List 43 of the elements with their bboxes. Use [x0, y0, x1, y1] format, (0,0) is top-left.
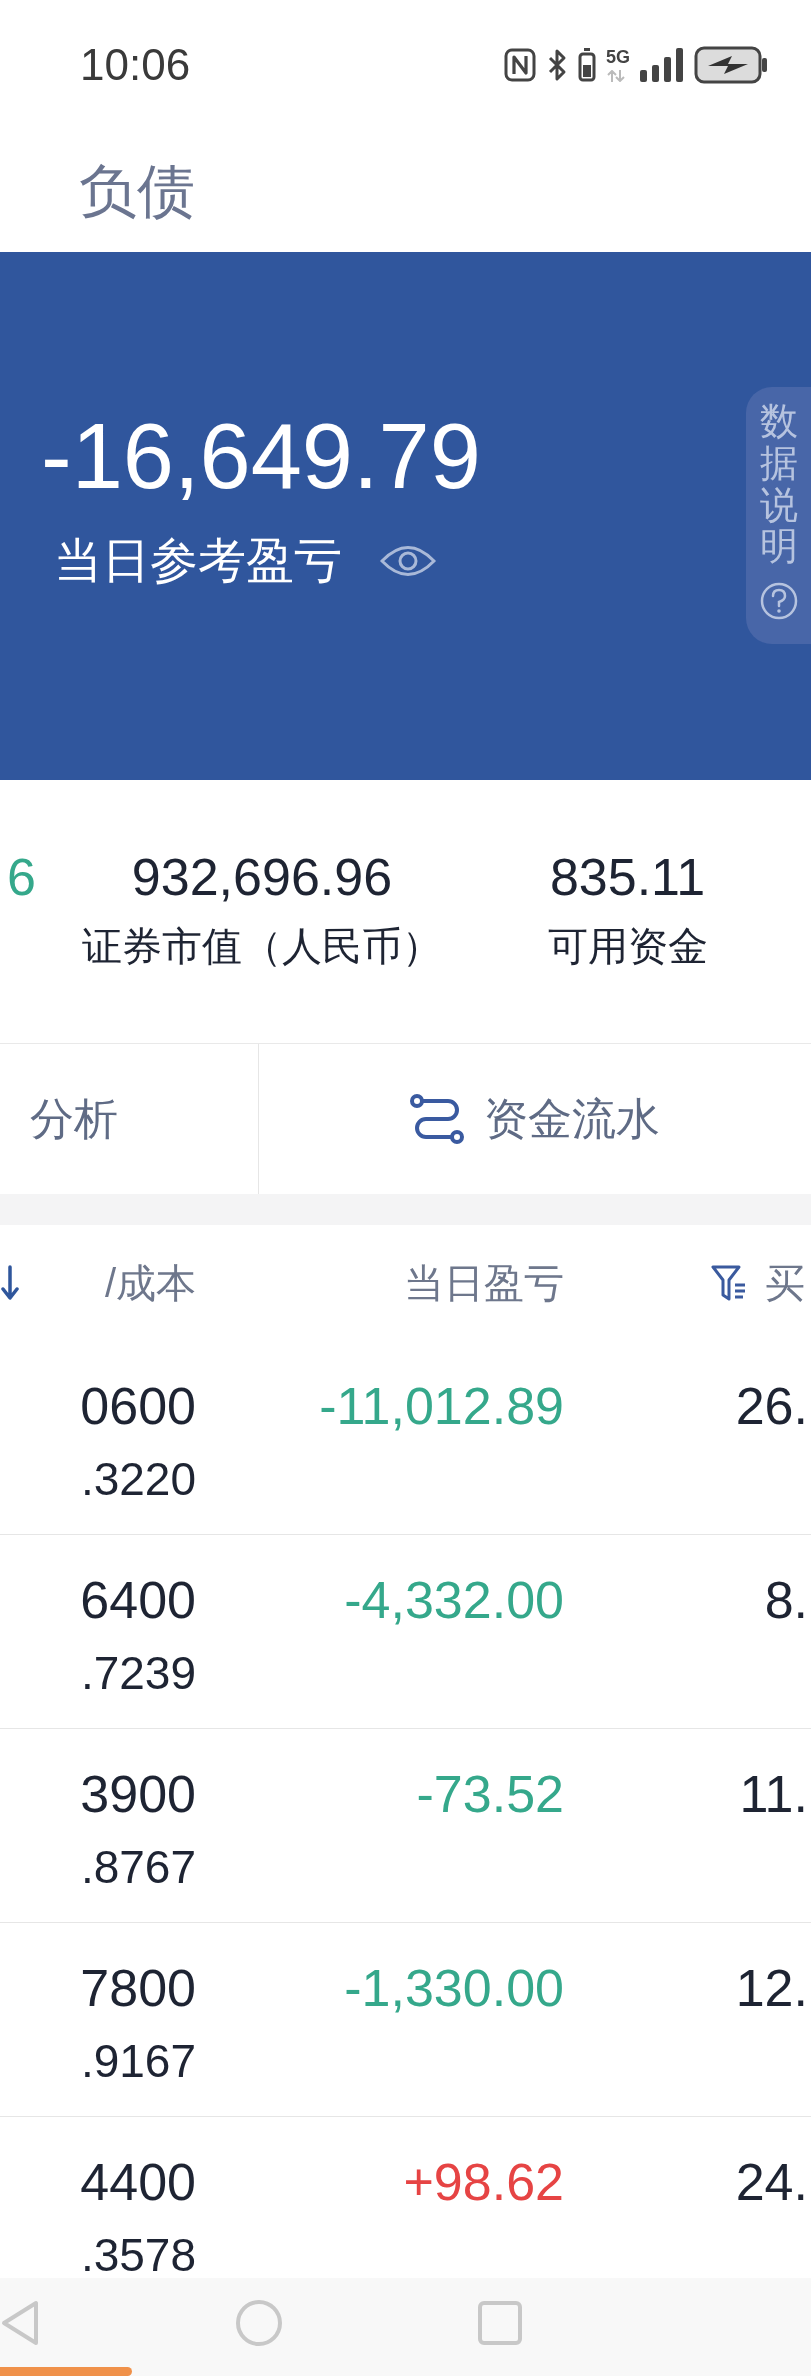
daily-pl-value: -4,332.00	[344, 1570, 564, 1631]
column-3-value: 24.	[735, 2152, 808, 2213]
cost-value: .3578	[80, 2232, 196, 2278]
column-3-value: 12.	[735, 1958, 808, 2019]
network-type: 5G	[606, 48, 630, 66]
column-header[interactable]: 买	[765, 1259, 805, 1307]
price-value: 4400	[80, 2152, 196, 2213]
column-3-value: 8.	[764, 1570, 808, 1631]
nfc-icon	[504, 48, 536, 82]
cost-value: .7239	[80, 1650, 196, 1696]
sort-arrow-icon[interactable]	[0, 1265, 20, 1301]
help-icon	[759, 582, 798, 621]
bluetooth-icon	[546, 48, 568, 82]
signal-icon	[640, 48, 684, 82]
cost-value: .8767	[80, 1844, 196, 1890]
filter-icon[interactable]	[710, 1263, 748, 1303]
data-explanation-tab[interactable]: 数据说明	[746, 387, 811, 644]
daily-pl-value: +98.62	[403, 2152, 564, 2213]
device-battery-icon	[578, 48, 596, 82]
daily-pl-total: -16,649.79	[41, 406, 481, 507]
daily-pl-value: -11,012.89	[319, 1376, 564, 1437]
daily-pl-value: -1,330.00	[344, 1958, 564, 2019]
daily-pl-value: -73.52	[416, 1764, 564, 1825]
data-arrows-icon	[606, 70, 626, 82]
daily-pl-label: 当日参考盈亏	[54, 533, 342, 589]
column-3-value: 26.	[735, 1376, 808, 1437]
price-value: 7800	[80, 1958, 196, 2019]
battery-charging-icon	[694, 46, 768, 84]
price-value: 6400	[80, 1570, 196, 1631]
column-header[interactable]: 当日盈亏	[404, 1259, 564, 1307]
column-header[interactable]: /成本	[104, 1259, 196, 1307]
page-title: 负债	[79, 157, 195, 226]
stat-value: 932,696.96	[131, 847, 393, 908]
price-value: 3900	[80, 1764, 196, 1825]
status-time: 10:06	[80, 43, 191, 87]
stat-value: 835.11	[549, 847, 706, 908]
stat-value: 6	[7, 847, 36, 908]
stat-label: 证券市值（人民币）	[82, 923, 442, 970]
cost-value: .9167	[80, 2038, 196, 2084]
column-3-value: 11.	[739, 1764, 808, 1825]
price-value: 0600	[80, 1376, 196, 1437]
cost-value: .3220	[80, 1456, 196, 1502]
stat-label: 可用资金	[547, 923, 708, 970]
